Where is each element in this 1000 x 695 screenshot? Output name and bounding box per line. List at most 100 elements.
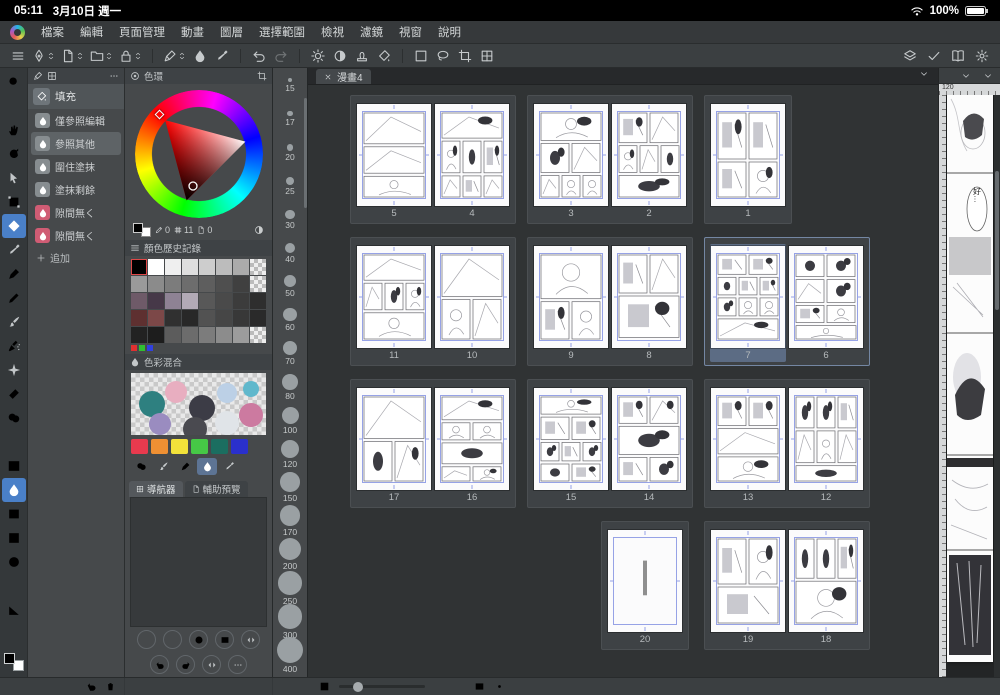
- history-color-2[interactable]: [165, 259, 181, 275]
- crop-button[interactable]: [455, 46, 475, 65]
- brush-size-17[interactable]: 17: [273, 103, 307, 137]
- navigator-preview[interactable]: [130, 497, 267, 627]
- line-tool[interactable]: [2, 574, 26, 598]
- history-color-0[interactable]: [131, 259, 147, 275]
- reference-button[interactable]: [948, 46, 968, 65]
- lasso-select-button[interactable]: [433, 46, 453, 65]
- collapse-panel-button[interactable]: [956, 66, 976, 85]
- history-color-27[interactable]: [182, 310, 198, 326]
- thumbnail-zoom-slider[interactable]: [339, 681, 425, 692]
- text-tool[interactable]: [2, 622, 26, 646]
- flip-view-button[interactable]: [241, 630, 260, 649]
- confirm-button[interactable]: [924, 46, 944, 65]
- history-color-39[interactable]: [250, 327, 266, 343]
- brush-size-400[interactable]: 400: [273, 636, 307, 674]
- brush-size-170[interactable]: 170: [273, 505, 307, 539]
- swatch-4[interactable]: [211, 439, 228, 454]
- history-color-18[interactable]: [165, 293, 181, 309]
- page-thumb-18[interactable]: 18: [788, 528, 864, 646]
- page-thumb-9[interactable]: 9: [533, 244, 609, 362]
- sv-triangle[interactable]: [135, 90, 263, 218]
- main-menu-button[interactable]: [8, 46, 28, 65]
- lock-button[interactable]: [117, 46, 144, 65]
- rotate-left-button[interactable]: [150, 655, 169, 674]
- fill-tool-button[interactable]: [374, 46, 394, 65]
- history-color-14[interactable]: [233, 276, 249, 292]
- page-thumb-11[interactable]: 11: [356, 244, 432, 362]
- brush-size-60[interactable]: 60: [273, 304, 307, 338]
- brush-size-30[interactable]: 30: [273, 203, 307, 237]
- swatch-3[interactable]: [191, 439, 208, 454]
- mix-tool-eyedropper[interactable]: [219, 458, 239, 475]
- page-thumb-7[interactable]: 7: [710, 244, 786, 362]
- rect-select-button[interactable]: [411, 46, 431, 65]
- fill-tool[interactable]: [1, 478, 26, 502]
- decoration-tool[interactable]: [2, 358, 26, 382]
- tab-close-icon[interactable]: [324, 73, 332, 81]
- menu-item-page-management[interactable]: 頁面管理: [119, 24, 165, 40]
- open-document-canvas[interactable]: 好…: [946, 95, 994, 677]
- page-thumb-19[interactable]: 19: [710, 528, 786, 646]
- menu-item-filter[interactable]: 濾鏡: [360, 24, 383, 40]
- history-color-1[interactable]: [148, 259, 164, 275]
- subtool-item-0[interactable]: 僅參照編輯: [31, 109, 121, 132]
- zoom-in-button[interactable]: [163, 630, 182, 649]
- swatch-1[interactable]: [151, 439, 168, 454]
- menu-item-layer[interactable]: 圖層: [220, 24, 243, 40]
- mix-tool-brush[interactable]: [153, 458, 173, 475]
- fit-screen-button[interactable]: [474, 681, 485, 692]
- transform-tool[interactable]: [2, 190, 26, 214]
- brush-size-50[interactable]: 50: [273, 270, 307, 304]
- fit-view-button[interactable]: [215, 630, 234, 649]
- tone-toggle-icon[interactable]: [254, 225, 264, 235]
- history-color-22[interactable]: [233, 293, 249, 309]
- pencil-tool[interactable]: [2, 286, 26, 310]
- mix-tool-smudge[interactable]: [131, 458, 151, 475]
- history-color-26[interactable]: [165, 310, 181, 326]
- mesh-tool[interactable]: [2, 430, 26, 454]
- page-thumb-14[interactable]: 14: [611, 386, 687, 504]
- menu-item-help[interactable]: 說明: [438, 24, 461, 40]
- history-color-9[interactable]: [148, 276, 164, 292]
- history-color-8[interactable]: [131, 276, 147, 292]
- history-color-23[interactable]: [250, 293, 266, 309]
- navigator-tab-1[interactable]: 輔助預覽: [184, 481, 248, 497]
- zoom-in-button[interactable]: [454, 681, 465, 692]
- mix-tool-pen[interactable]: [175, 458, 195, 475]
- history-color-10[interactable]: [165, 276, 181, 292]
- brush-size-200[interactable]: 200: [273, 538, 307, 572]
- history-color-30[interactable]: [233, 310, 249, 326]
- brush-tool[interactable]: [2, 310, 26, 334]
- expand-panel-icon[interactable]: [257, 71, 267, 81]
- menu-item-selection-area[interactable]: 選擇範圍: [259, 24, 305, 40]
- history-color-7[interactable]: [250, 259, 266, 275]
- subtool-item-5[interactable]: 隙間無く: [31, 224, 121, 247]
- page-thumb-13[interactable]: 13: [710, 386, 786, 504]
- zoom-reset-button[interactable]: [189, 630, 208, 649]
- brush-size-40[interactable]: 40: [273, 237, 307, 271]
- mix-tool-fill[interactable]: [197, 458, 217, 475]
- move-tool[interactable]: [2, 94, 26, 118]
- page-thumb-8[interactable]: 8: [611, 244, 687, 362]
- flip-horizontal-button[interactable]: [202, 655, 221, 674]
- page-thumb-15[interactable]: 15: [533, 386, 609, 504]
- history-color-13[interactable]: [216, 276, 232, 292]
- app-logo-icon[interactable]: [10, 24, 25, 40]
- zoom-tool[interactable]: [2, 70, 26, 94]
- menu-item-view[interactable]: 檢視: [321, 24, 344, 40]
- zoom-out-button[interactable]: [434, 681, 445, 692]
- pen-tool[interactable]: [2, 262, 26, 286]
- page-thumb-10[interactable]: 10: [434, 244, 510, 362]
- brush-size-20[interactable]: 20: [273, 136, 307, 170]
- swatch-5[interactable]: [231, 439, 248, 454]
- tab-list-chevron[interactable]: [914, 64, 934, 83]
- more-options-button[interactable]: [228, 655, 247, 674]
- swatch-2[interactable]: [171, 439, 188, 454]
- stamp-button[interactable]: [352, 46, 372, 65]
- subtool-item-3[interactable]: 塗抹剩餘: [31, 178, 121, 201]
- menu-item-animation[interactable]: 動畫: [181, 24, 204, 40]
- history-undo-button[interactable]: [86, 681, 97, 692]
- history-color-32[interactable]: [131, 327, 147, 343]
- collapse-panel-button-2[interactable]: [978, 66, 998, 85]
- page-thumb-5[interactable]: 5: [356, 102, 432, 220]
